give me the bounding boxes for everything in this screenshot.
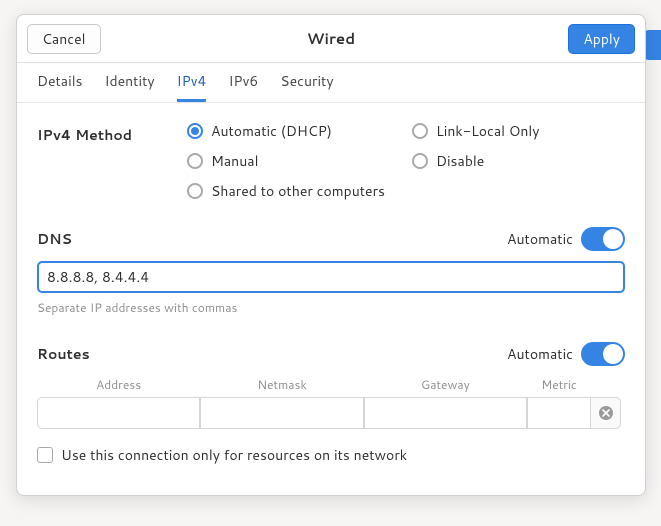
routes-section: Routes Automatic Address Netmask Gateway… — [37, 342, 625, 465]
method-automatic-label: Automatic (DHCP) — [211, 121, 332, 141]
col-netmask: Netmask — [200, 376, 363, 393]
routes-title: Routes — [37, 344, 90, 364]
method-shared-label: Shared to other computers — [211, 181, 385, 201]
tab-ipv4[interactable]: IPv4 — [177, 63, 207, 102]
radio-icon — [412, 123, 428, 139]
route-address-input[interactable] — [37, 397, 200, 429]
dialog-header: Cancel Wired Apply — [17, 15, 645, 63]
ipv4-method-label: IPv4 Method — [37, 121, 187, 201]
tab-bar: Details Identity IPv4 IPv6 Security — [17, 63, 645, 103]
dns-title: DNS — [37, 229, 72, 249]
dns-section: DNS Automatic Separate IP addresses with… — [37, 227, 625, 316]
dialog-title: Wired — [17, 28, 645, 49]
only-resources-label: Use this connection only for resources o… — [61, 445, 407, 465]
method-link-local-label: Link-Local Only — [436, 121, 540, 141]
dns-automatic-label: Automatic — [507, 229, 573, 249]
col-metric: Metric — [527, 376, 591, 393]
close-icon — [598, 405, 614, 421]
method-shared[interactable]: Shared to other computers — [187, 181, 625, 201]
col-gateway: Gateway — [364, 376, 527, 393]
radio-icon — [187, 153, 203, 169]
radio-icon — [187, 123, 203, 139]
tab-identity[interactable]: Identity — [105, 63, 155, 102]
radio-icon — [187, 183, 203, 199]
method-link-local[interactable]: Link-Local Only — [412, 121, 625, 141]
tab-details[interactable]: Details — [37, 63, 83, 102]
cancel-button[interactable]: Cancel — [27, 24, 101, 54]
routes-header-row: Address Netmask Gateway Metric — [37, 376, 625, 393]
apply-button[interactable]: Apply — [568, 24, 635, 54]
route-delete-button[interactable] — [591, 397, 621, 429]
table-row — [37, 397, 625, 429]
dns-input[interactable] — [37, 261, 625, 293]
col-address: Address — [37, 376, 200, 393]
ipv4-method-section: IPv4 Method Automatic (DHCP) Link-Local … — [37, 121, 625, 201]
routes-automatic-switch[interactable] — [581, 342, 625, 366]
route-netmask-input[interactable] — [200, 397, 363, 429]
tab-security[interactable]: Security — [280, 63, 333, 102]
radio-icon — [412, 153, 428, 169]
method-disable-label: Disable — [436, 151, 484, 171]
ipv4-panel: IPv4 Method Automatic (DHCP) Link-Local … — [17, 103, 645, 495]
ipv4-method-options: Automatic (DHCP) Link-Local Only Manual … — [187, 121, 625, 201]
connection-editor-dialog: Cancel Wired Apply Details Identity IPv4… — [16, 14, 646, 496]
tab-ipv6[interactable]: IPv6 — [228, 63, 258, 102]
method-manual-label: Manual — [211, 151, 258, 171]
method-automatic[interactable]: Automatic (DHCP) — [187, 121, 400, 141]
dns-hint: Separate IP addresses with commas — [37, 299, 625, 316]
dns-automatic-switch[interactable] — [581, 227, 625, 251]
route-gateway-input[interactable] — [364, 397, 527, 429]
routes-table: Address Netmask Gateway Metric — [37, 376, 625, 429]
only-resources-checkbox[interactable]: Use this connection only for resources o… — [37, 445, 625, 465]
checkbox-icon — [37, 447, 53, 463]
route-metric-input[interactable] — [527, 397, 591, 429]
routes-automatic-label: Automatic — [507, 344, 573, 364]
method-disable[interactable]: Disable — [412, 151, 625, 171]
method-manual[interactable]: Manual — [187, 151, 400, 171]
